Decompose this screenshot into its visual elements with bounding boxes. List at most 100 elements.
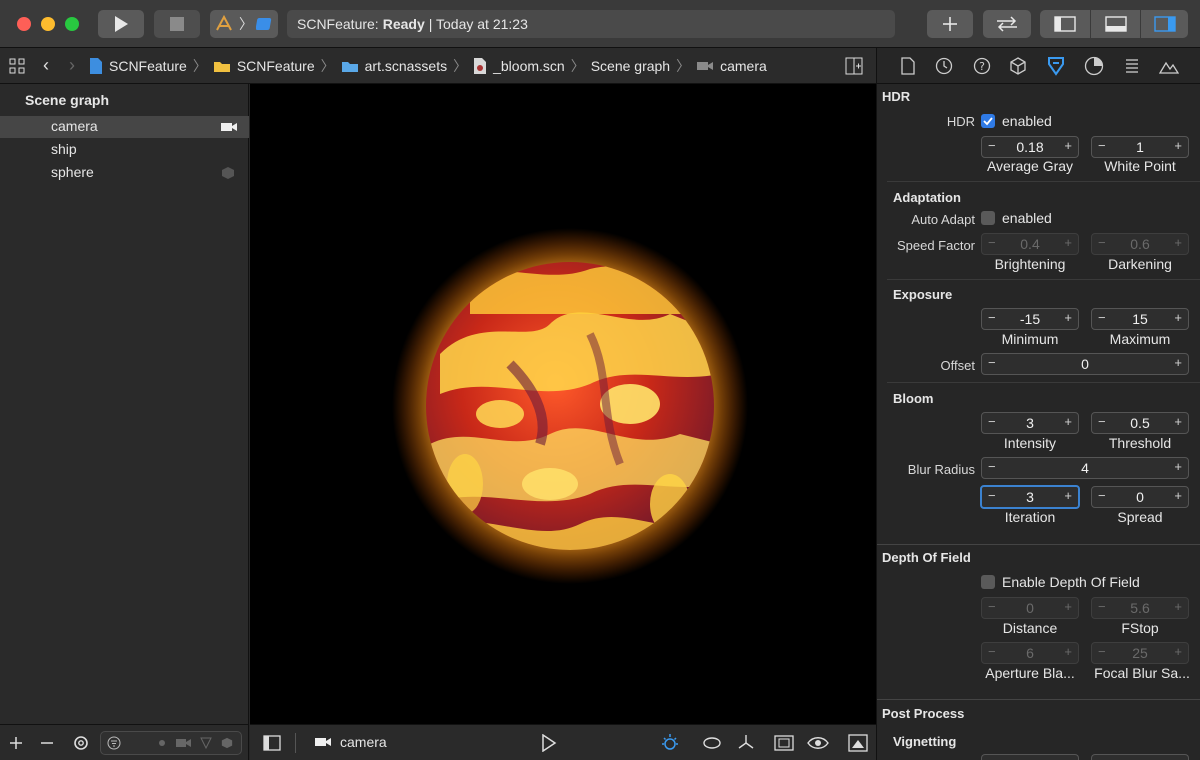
particle-filter-icon[interactable] [200,737,212,749]
eye-icon[interactable] [807,735,829,751]
section-divider [877,544,1200,545]
increment-icon[interactable]: + [1064,138,1072,153]
scene-viewport[interactable] [250,84,876,724]
toggle-debug-area-button[interactable] [1090,10,1140,38]
bloom-spread-stepper[interactable]: − 0 + [1091,486,1189,508]
axes-icon[interactable] [737,733,755,751]
zoom-window-button[interactable] [65,17,79,31]
increment-icon[interactable]: + [1174,459,1182,474]
stop-button[interactable] [154,10,200,38]
increment-icon[interactable]: + [1064,488,1072,503]
increment-icon[interactable]: + [1064,414,1072,429]
tab-node-inspector[interactable] [1008,56,1028,76]
bloom-threshold-stepper[interactable]: − 0.5 + [1091,412,1189,434]
outline-item-ship[interactable]: ship [0,139,249,161]
outline-item-camera[interactable]: camera [0,116,249,138]
tab-physics-inspector[interactable] [1084,56,1104,76]
lighting-icon[interactable] [660,733,680,753]
close-window-button[interactable] [17,17,31,31]
increment-icon[interactable]: + [1174,235,1182,250]
crumb-group[interactable]: SCNFeature [213,58,315,74]
increment-icon[interactable]: + [1174,644,1182,659]
auto-adapt-checkbox[interactable] [981,211,995,225]
increment-icon[interactable]: + [1174,310,1182,325]
aperture-caption: Aperture Bla... [985,665,1075,681]
vignetting-stepper-partial[interactable] [981,754,1079,760]
add-node-icon[interactable] [8,735,24,751]
light-filter-icon[interactable] [156,737,168,749]
bloom-iteration-stepper[interactable]: − 3 + [980,485,1080,509]
hdr-enabled-checkbox[interactable] [981,114,995,128]
crumb-project[interactable]: SCNFeature [89,57,187,75]
tab-history-inspector[interactable] [934,56,954,76]
increment-icon[interactable]: + [1174,488,1182,503]
tab-help-inspector[interactable]: ? [972,56,992,76]
darkening-caption: Darkening [1108,256,1172,272]
tab-attributes-inspector[interactable] [1046,56,1066,76]
status-app-name: SCNFeature: [297,16,379,32]
scheme-selector[interactable]: 〉 [210,10,278,38]
outline-filter-field[interactable] [100,731,242,755]
camera-icon [221,123,237,131]
section-divider [887,279,1200,280]
average-gray-stepper[interactable]: − 0.18 + [981,136,1079,158]
minimize-window-button[interactable] [41,17,55,31]
crumb-scene-file[interactable]: _bloom.scn [473,57,565,75]
path-separator-icon: 〉 [676,57,691,74]
outline-item-sphere[interactable]: sphere [0,162,249,184]
geometry-filter-icon[interactable] [221,737,233,749]
library-button[interactable] [927,10,973,38]
focal-blur-samples-stepper[interactable]: − 25 + [1091,642,1189,664]
toggle-outline-icon[interactable] [263,735,281,751]
add-editor-icon[interactable] [845,57,863,75]
enable-dof-checkbox[interactable] [981,575,995,589]
point-of-view-selector[interactable]: camera [314,734,387,750]
play-scene-icon[interactable] [541,734,557,752]
path-separator-icon: 〉 [570,57,585,74]
toggle-navigator-button[interactable] [1040,10,1090,38]
increment-icon[interactable]: + [1064,235,1072,250]
white-point-stepper[interactable]: − 1 + [1091,136,1189,158]
crumb-label: camera [720,57,767,74]
tab-material-inspector[interactable] [1159,56,1179,76]
tab-file-inspector[interactable] [898,56,918,76]
blur-radius-stepper[interactable]: − 4 + [981,457,1189,479]
toggle-inspector-button[interactable] [1140,10,1188,38]
dof-distance-stepper[interactable]: − 0 + [981,597,1079,619]
increment-icon[interactable]: + [1174,355,1182,370]
outline-item-label: ship [51,141,77,157]
environment-icon[interactable] [848,734,868,752]
run-button[interactable] [98,10,144,38]
safe-area-icon[interactable] [774,735,794,751]
minimum-exposure-stepper[interactable]: − -15 + [981,308,1079,330]
code-review-button[interactable] [983,10,1031,38]
darkening-stepper[interactable]: − 0.6 + [1091,233,1189,255]
increment-icon[interactable]: + [1174,599,1182,614]
crumb-camera[interactable]: camera [696,58,767,74]
increment-icon[interactable]: + [1064,310,1072,325]
spread-caption: Spread [1117,509,1163,525]
increment-icon[interactable]: + [1064,644,1072,659]
offset-stepper[interactable]: − 0 + [981,353,1189,375]
vignetting-stepper-partial-2[interactable] [1091,754,1189,760]
dof-fstop-stepper[interactable]: − 5.6 + [1091,597,1189,619]
tab-scene-inspector[interactable] [1122,56,1142,76]
forward-chevron-icon[interactable]: › [69,55,75,76]
increment-icon[interactable]: + [1064,599,1072,614]
increment-icon[interactable]: + [1174,138,1182,153]
crumb-assets[interactable]: art.scnassets [341,58,447,74]
maximum-exposure-stepper[interactable]: − 15 + [1091,308,1189,330]
camera-filter-icon[interactable] [176,738,192,748]
bloom-intensity-stepper[interactable]: − 3 + [981,412,1079,434]
crumb-scene-graph[interactable]: Scene graph [591,58,670,74]
focal-blur-caption: Focal Blur Sa... [1094,665,1190,681]
remove-node-icon[interactable] [39,735,55,751]
back-chevron-icon[interactable]: ‹ [43,55,49,76]
mountain-icon [1159,61,1179,74]
increment-icon[interactable]: + [1174,414,1182,429]
brightening-stepper[interactable]: − 0.4 + [981,233,1079,255]
related-items-icon[interactable] [9,58,25,74]
orbit-icon[interactable] [702,736,722,750]
gear-icon[interactable] [72,734,90,752]
aperture-blades-stepper[interactable]: − 6 + [981,642,1079,664]
